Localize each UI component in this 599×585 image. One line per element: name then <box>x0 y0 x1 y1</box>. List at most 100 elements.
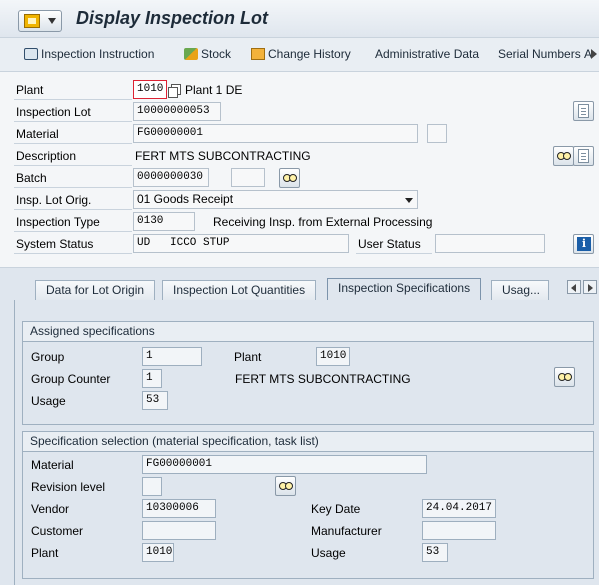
selection-material-field[interactable]: FG00000001 <box>142 455 427 474</box>
group-counter-field[interactable]: 1 <box>142 369 162 388</box>
system-status-field[interactable]: UD ICCO STUP <box>133 234 349 253</box>
batch-underline <box>14 187 132 188</box>
glasses-icon <box>283 174 297 182</box>
administrative-data-label: Administrative Data <box>375 47 480 61</box>
tab-content: Assigned specifications Group 1 Plant 10… <box>14 300 599 585</box>
user-status-underline <box>356 253 432 254</box>
revision-level-field[interactable] <box>142 477 162 496</box>
glasses-icon <box>558 373 572 381</box>
page-title: Display Inspection Lot <box>76 8 269 28</box>
batch-field[interactable]: 0000000030 <box>133 168 209 187</box>
description-value: FERT MTS SUBCONTRACTING <box>135 149 311 163</box>
tab-scroll-left-button[interactable] <box>567 280 581 294</box>
arrow-right-icon <box>588 284 593 292</box>
description-underline <box>14 165 132 166</box>
inspection-lot-field[interactable]: 10000000053 <box>133 102 221 121</box>
manufacturer-field[interactable] <box>422 521 496 540</box>
selection-plant-label: Plant <box>31 546 59 560</box>
insp-lot-orig-underline <box>14 209 132 210</box>
header-area: Plant 1010 Plant 1 DE Inspection Lot 100… <box>0 72 599 268</box>
inspection-instruction-label: Inspection Instruction <box>41 47 155 61</box>
assigned-specifications-title: Assigned specifications <box>23 322 593 342</box>
user-status-label: User Status <box>358 237 421 251</box>
arrow-left-icon <box>571 284 576 292</box>
insp-lot-orig-label: Insp. Lot Orig. <box>16 193 92 207</box>
tab-inspection-lot-quantities[interactable]: Inspection Lot Quantities <box>162 280 317 300</box>
inspection-type-field[interactable]: 0130 <box>133 212 195 231</box>
document-icon <box>578 149 589 163</box>
title-bar: Display Inspection Lot <box>0 0 599 38</box>
batch-display-button[interactable] <box>279 168 300 188</box>
description-label: Description <box>16 149 77 163</box>
assigned-specifications-group: Assigned specifications Group 1 Plant 10… <box>22 321 594 425</box>
inspection-lot-label: Inspection Lot <box>16 105 91 119</box>
assigned-usage-field[interactable]: 53 <box>142 391 168 410</box>
specification-selection-title: Specification selection (material specif… <box>23 432 593 452</box>
material-extra-field[interactable] <box>427 124 447 143</box>
assigned-display-button[interactable] <box>554 367 575 387</box>
glasses-icon <box>279 482 293 490</box>
user-status-field[interactable] <box>435 234 545 253</box>
menu-button[interactable] <box>18 10 62 32</box>
toolbar-more-icon[interactable] <box>591 49 597 59</box>
change-history-label: Change History <box>268 47 351 61</box>
tab-scroll-right-button[interactable] <box>583 280 597 294</box>
batch-extra-field[interactable] <box>231 168 265 187</box>
document-icon <box>578 104 589 118</box>
chevron-down-icon <box>48 18 56 24</box>
stock-button[interactable]: Stock <box>184 47 231 65</box>
vendor-label: Vendor <box>31 502 70 516</box>
inspection-lot-underline <box>14 121 132 122</box>
info-button[interactable]: i <box>573 234 594 254</box>
plant-label: Plant <box>16 83 44 97</box>
inspection-instruction-button[interactable]: Inspection Instruction <box>24 47 154 65</box>
copy-icon[interactable] <box>168 84 181 98</box>
glasses-icon <box>557 152 571 160</box>
tab-usage[interactable]: Usag... <box>491 280 549 300</box>
material-field[interactable]: FG00000001 <box>133 124 418 143</box>
selection-display-button[interactable] <box>275 476 296 496</box>
selection-usage-label: Usage <box>311 546 346 560</box>
assigned-usage-label: Usage <box>31 394 66 408</box>
revision-level-label: Revision level <box>31 480 106 494</box>
stock-label: Stock <box>201 47 232 61</box>
inspection-type-label: Inspection Type <box>16 215 100 229</box>
document-button[interactable] <box>573 101 594 121</box>
assigned-plant-field[interactable]: 1010 <box>316 347 350 366</box>
customer-label: Customer <box>31 524 84 538</box>
key-date-field[interactable]: 24.04.2017 <box>422 499 496 518</box>
inspection-type-text: Receiving Insp. from External Processing <box>213 215 433 229</box>
selection-plant-field[interactable]: 1010 <box>142 543 174 562</box>
chevron-down-icon[interactable] <box>405 198 413 203</box>
specification-selection-group: Specification selection (material specif… <box>22 431 594 579</box>
plant-field[interactable]: 1010 <box>133 80 167 99</box>
administrative-data-button[interactable]: Administrative Data <box>375 47 479 65</box>
group-description: FERT MTS SUBCONTRACTING <box>235 372 411 386</box>
history-icon <box>251 48 265 60</box>
system-status-underline <box>14 253 132 254</box>
material-underline <box>14 143 132 144</box>
insp-lot-orig-dropdown[interactable]: 01 Goods Receipt <box>133 190 418 209</box>
group-field[interactable]: 1 <box>142 347 202 366</box>
system-status-label: System Status <box>16 237 94 251</box>
document-button-2[interactable] <box>573 146 594 166</box>
key-date-label: Key Date <box>311 502 361 516</box>
tab-data-for-lot-origin[interactable]: Data for Lot Origin <box>35 280 156 300</box>
customer-field[interactable] <box>142 521 216 540</box>
tab-strip: Data for Lot Origin Inspection Lot Quant… <box>0 268 599 300</box>
display-button[interactable] <box>553 146 574 166</box>
assigned-plant-label: Plant <box>234 350 262 364</box>
tab-inspection-specifications[interactable]: Inspection Specifications <box>327 278 482 300</box>
batch-label: Batch <box>16 171 47 185</box>
change-history-button[interactable]: Change History <box>251 47 351 65</box>
info-icon: i <box>577 237 591 251</box>
stock-icon <box>184 48 198 60</box>
material-label: Material <box>16 127 59 141</box>
manufacturer-label: Manufacturer <box>311 524 382 538</box>
vendor-field[interactable]: 10300006 <box>142 499 216 518</box>
group-counter-label: Group Counter <box>31 372 111 386</box>
selection-usage-field[interactable]: 53 <box>422 543 448 562</box>
group-label: Group <box>31 350 65 364</box>
menu-icon <box>24 14 40 28</box>
serial-numbers-button[interactable]: Serial Numbers <box>498 47 581 65</box>
